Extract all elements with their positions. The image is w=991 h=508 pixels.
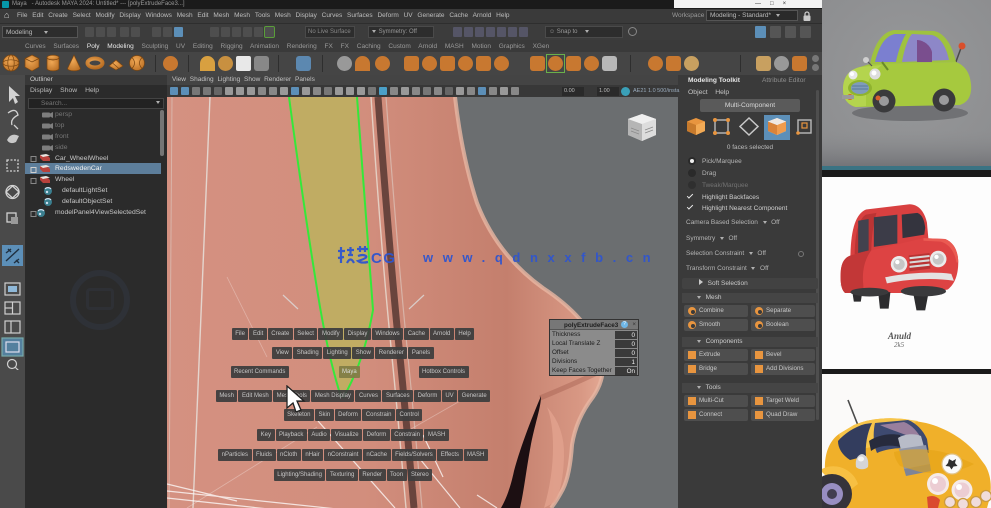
svg-text:Anuld: Anuld [887, 331, 912, 341]
svg-text:2k5: 2k5 [894, 341, 905, 349]
svg-text:CG: CG [371, 250, 397, 267]
svg-text:www.qdnxxfb.cn: www.qdnxxfb.cn [422, 250, 660, 265]
